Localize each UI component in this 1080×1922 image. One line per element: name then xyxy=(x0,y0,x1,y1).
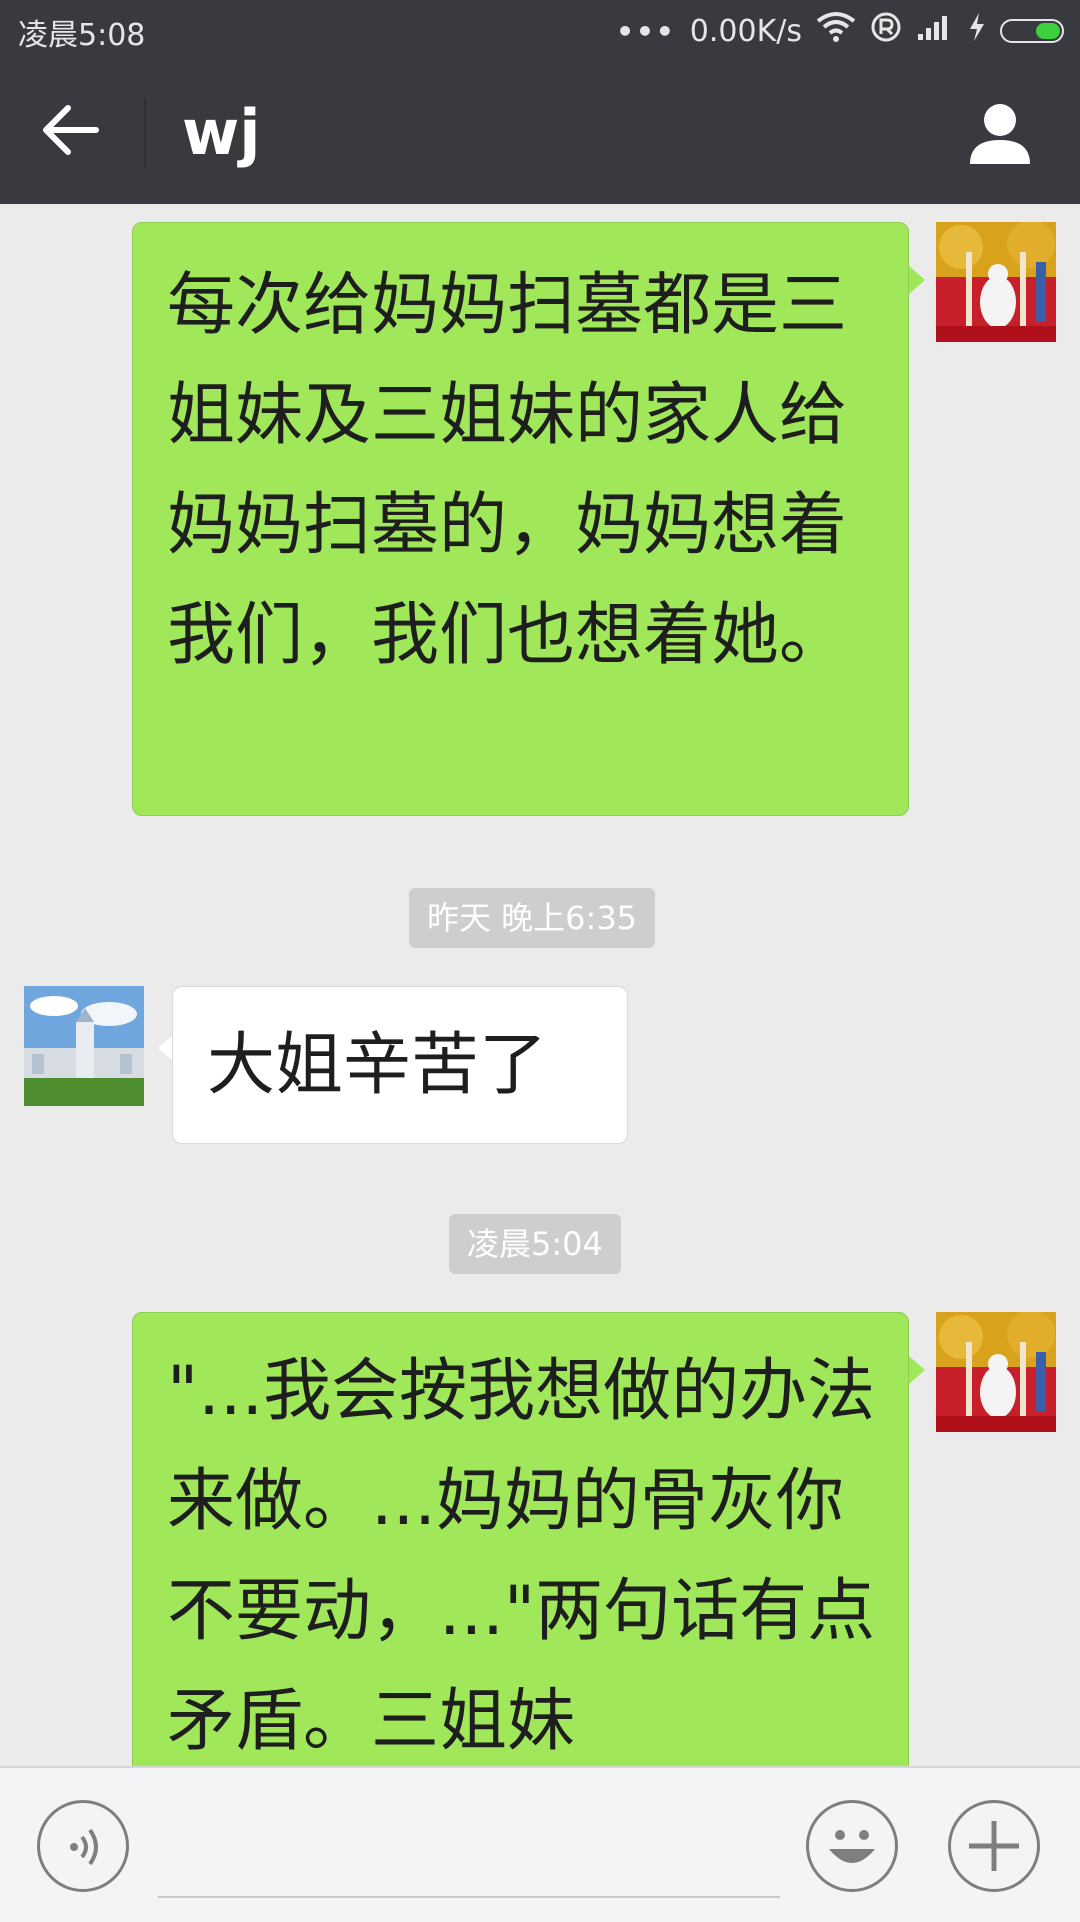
chat-title: wj xyxy=(182,96,261,169)
signal-icon xyxy=(916,12,954,50)
bubble-tail xyxy=(909,266,925,294)
emoji-icon[interactable] xyxy=(806,1800,898,1892)
battery-icon xyxy=(1000,19,1064,43)
header-divider xyxy=(144,98,146,168)
bubble-tail xyxy=(909,1356,925,1384)
network-speed: 0.00K/s xyxy=(689,13,802,49)
message-bubble-received[interactable]: 大姐辛苦了 xyxy=(172,986,628,1144)
message-bubble-sent[interactable]: 每次给妈妈扫墓都是三姐妹及三姐妹的家人给妈妈扫墓的，妈妈想着我们，我们也想着她。 xyxy=(132,222,909,816)
chat-area[interactable]: 每次给妈妈扫墓都是三姐妹及三姐妹的家人给妈妈扫墓的，妈妈想着我们，我们也想着她。… xyxy=(0,204,1080,1766)
wifi-icon xyxy=(816,11,856,51)
timestamp: 凌晨5:04 xyxy=(449,1214,621,1274)
charging-icon xyxy=(968,12,986,50)
registered-icon xyxy=(870,11,902,51)
timestamp: 昨天 晚上6:35 xyxy=(409,888,656,948)
chat-header: wj xyxy=(0,62,1080,204)
back-arrow-icon[interactable] xyxy=(40,100,110,160)
message-bubble-sent[interactable]: "...我会按我想做的办法来做。...妈妈的骨灰你不要动，..."两句话有点矛盾… xyxy=(132,1312,909,1766)
status-right: ••• 0.00K/s xyxy=(616,8,1064,54)
plus-icon[interactable] xyxy=(948,1800,1040,1892)
more-dots: ••• xyxy=(616,14,676,48)
my-avatar[interactable] xyxy=(936,222,1056,342)
message-input[interactable] xyxy=(158,1896,780,1898)
status-time: 凌晨5:08 xyxy=(18,18,146,53)
contact-avatar[interactable] xyxy=(24,986,144,1106)
status-bar: 凌晨5:08 ••• 0.00K/s xyxy=(0,0,1080,62)
voice-icon[interactable] xyxy=(37,1800,129,1892)
input-bar xyxy=(0,1766,1080,1922)
my-avatar[interactable] xyxy=(936,1312,1056,1432)
profile-icon[interactable] xyxy=(966,100,1034,168)
